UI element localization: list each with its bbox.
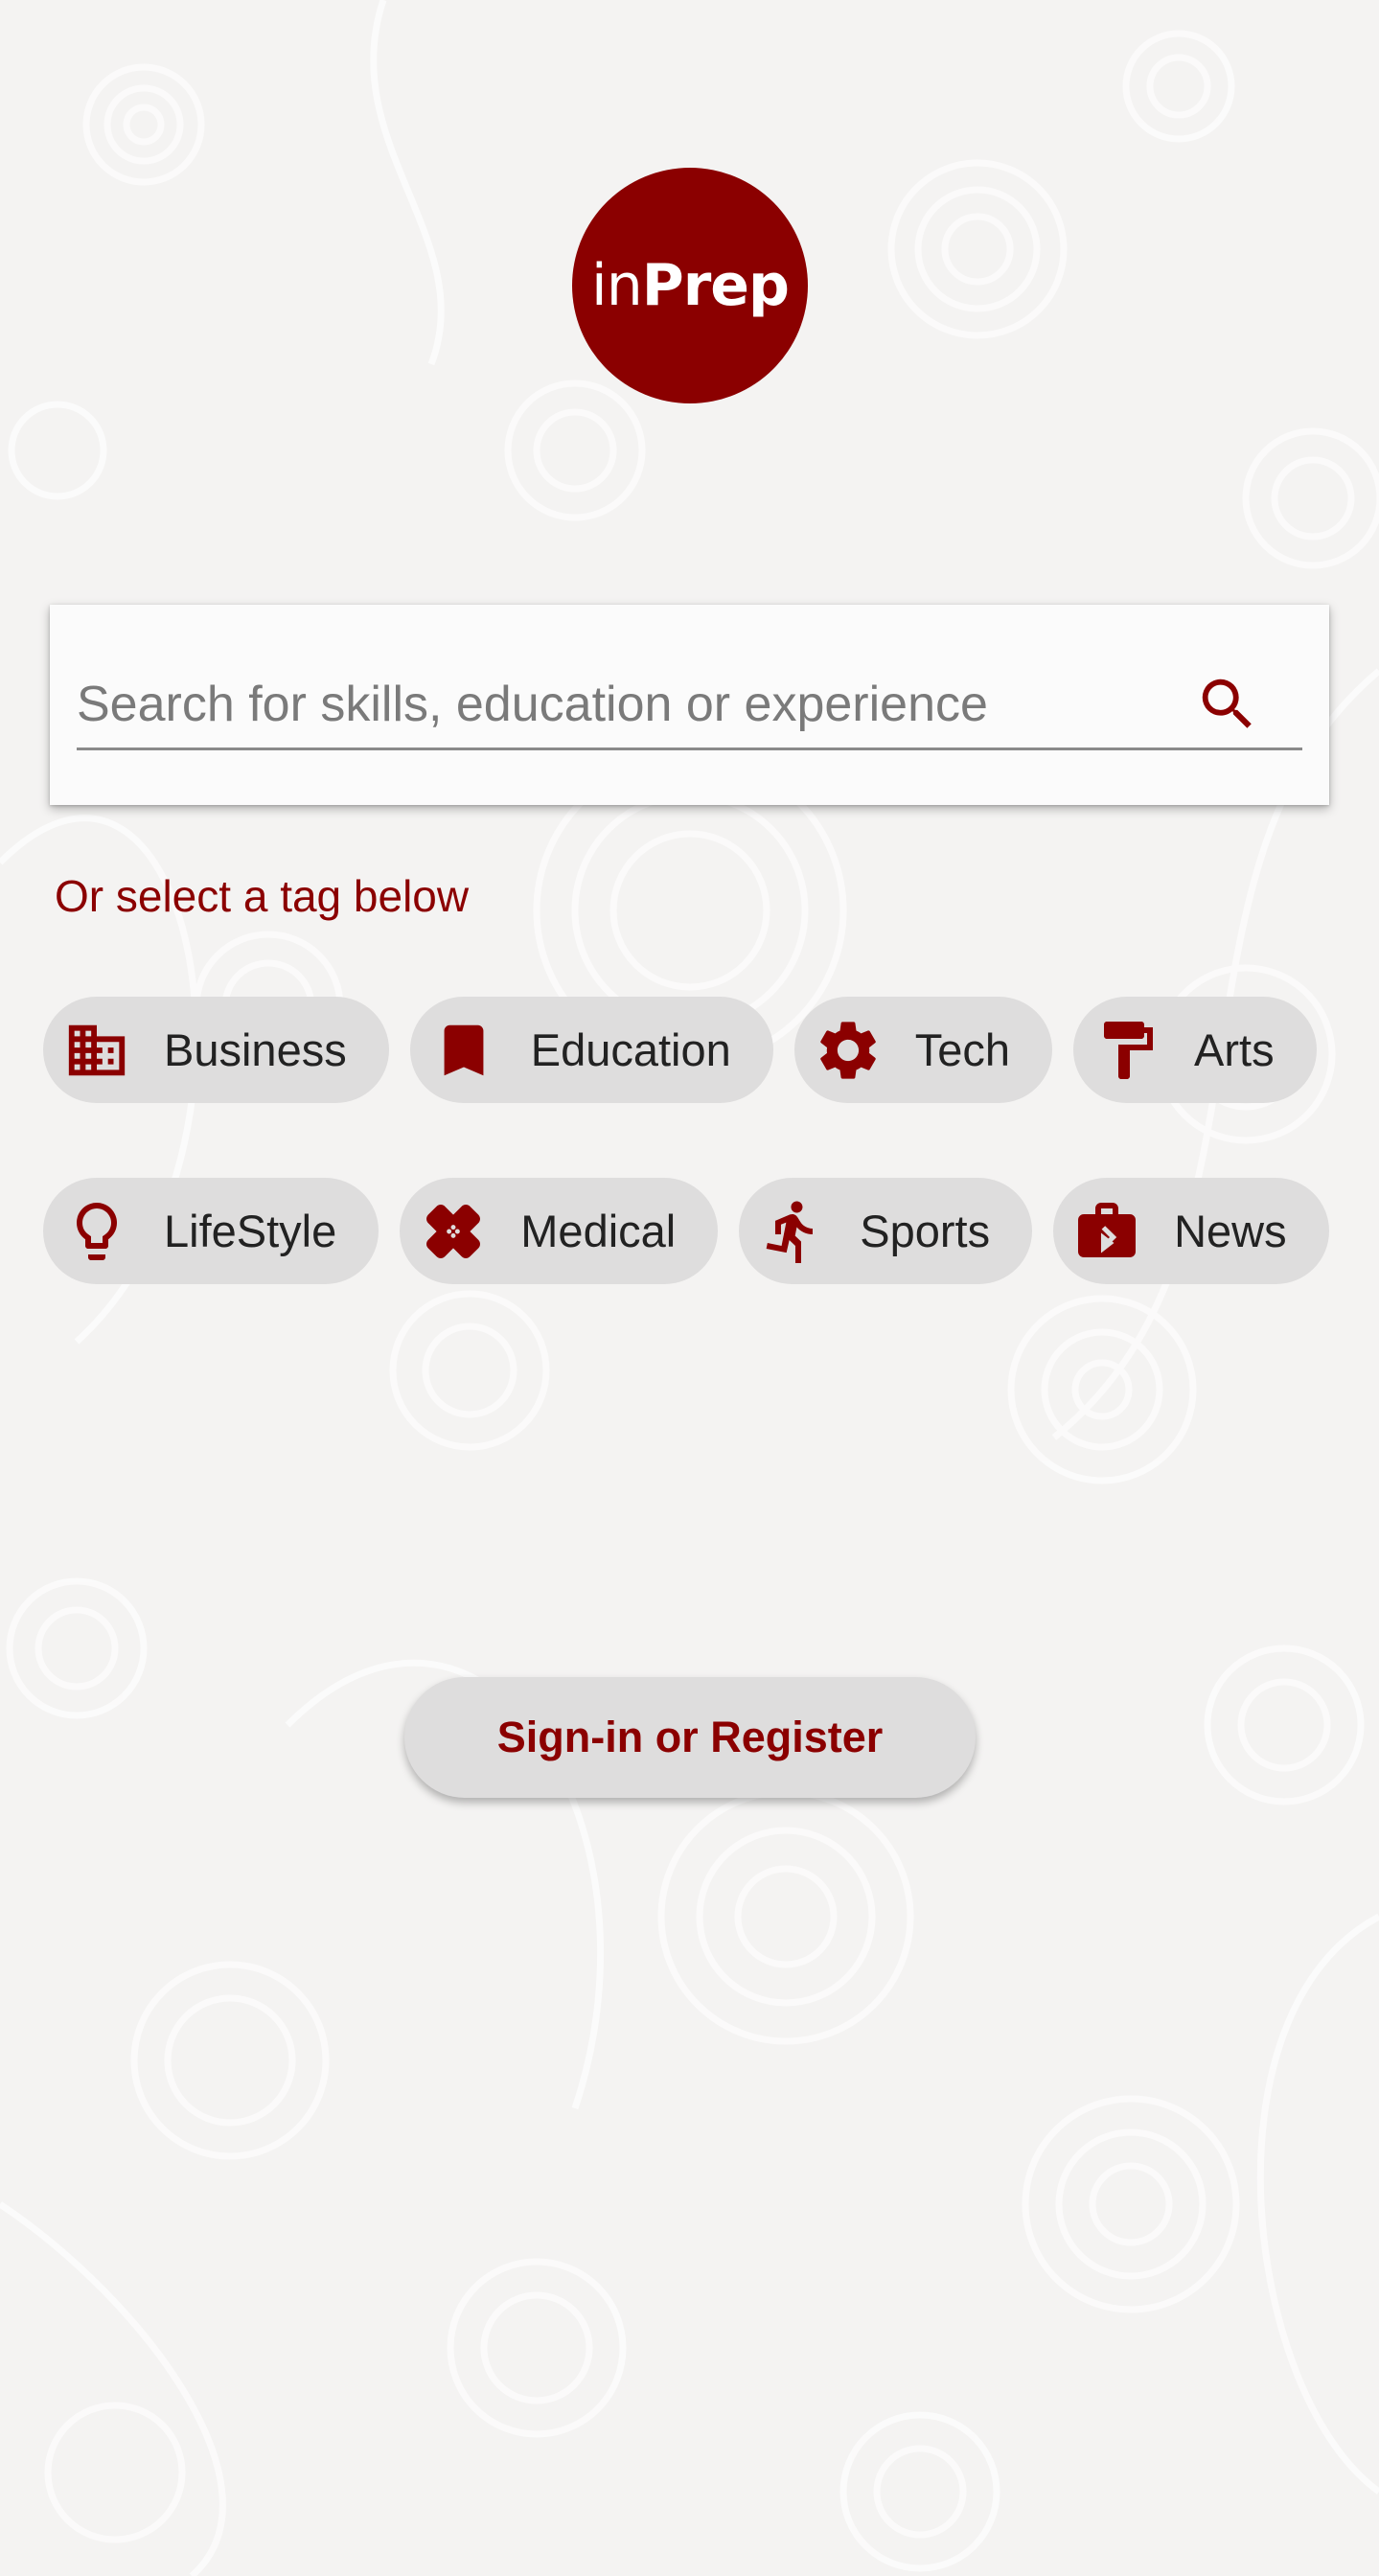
tag-tech[interactable]: Tech: [793, 997, 1053, 1103]
tags-row-2: LifeStyle Medical Sports News: [43, 1178, 1329, 1284]
tag-tech-label: Tech: [914, 1024, 1011, 1075]
paint-roller-icon: [1091, 1014, 1163, 1087]
tag-lifestyle-label: LifeStyle: [164, 1206, 337, 1256]
inprep-logo: in Prep: [572, 168, 808, 403]
building-icon: [60, 1014, 133, 1087]
bookmark-icon: [427, 1014, 500, 1087]
tag-arts[interactable]: Arts: [1073, 997, 1317, 1103]
search-button[interactable]: [1191, 668, 1264, 741]
tag-business-label: Business: [164, 1024, 347, 1075]
tag-sports-label: Sports: [860, 1206, 991, 1256]
search-field: [77, 660, 1302, 750]
logo-text-prep: Prep: [641, 252, 790, 319]
running-icon: [756, 1195, 829, 1268]
tag-sports[interactable]: Sports: [739, 1178, 1033, 1284]
tag-arts-label: Arts: [1194, 1024, 1275, 1075]
signin-register-button[interactable]: Sign-in or Register: [404, 1677, 976, 1798]
tag-news-label: News: [1174, 1206, 1287, 1256]
tag-business[interactable]: Business: [43, 997, 389, 1103]
tag-hint: Or select a tag below: [55, 871, 470, 921]
tag-education-label: Education: [530, 1024, 731, 1075]
tag-medical[interactable]: Medical: [400, 1178, 719, 1284]
search-input[interactable]: [77, 666, 1188, 743]
tag-medical-label: Medical: [520, 1206, 677, 1256]
search-card: [50, 605, 1329, 805]
briefcase-icon: [1070, 1195, 1143, 1268]
tags-row-1: Business Education Tech Arts: [43, 997, 1317, 1103]
search-icon: [1202, 678, 1252, 728]
gear-icon: [812, 1014, 885, 1087]
tag-education[interactable]: Education: [409, 997, 773, 1103]
logo-text-in: in: [591, 252, 643, 319]
tag-lifestyle[interactable]: LifeStyle: [43, 1178, 379, 1284]
lightbulb-icon: [60, 1195, 133, 1268]
tag-news[interactable]: News: [1053, 1178, 1329, 1284]
bandage-icon: [417, 1195, 490, 1268]
